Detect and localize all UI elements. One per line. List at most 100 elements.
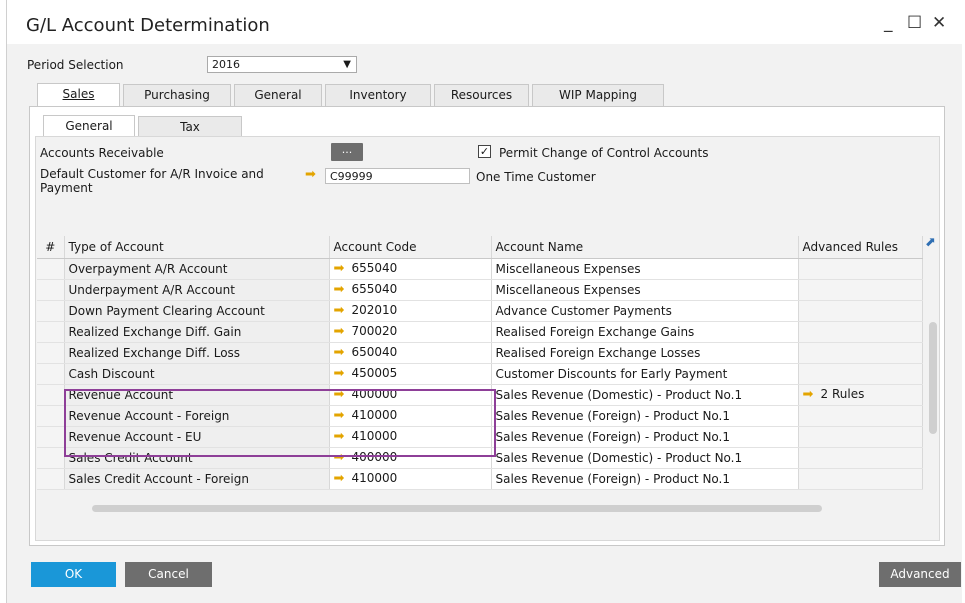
account-type-cell: Realized Exchange Diff. Loss	[64, 342, 330, 364]
tab-sales[interactable]: Sales	[37, 83, 120, 107]
column-header-name[interactable]: Account Name	[491, 236, 799, 259]
account-code-cell[interactable]: ➡ 202010	[329, 300, 492, 322]
table-row[interactable]: Revenue Account - EU ➡ 410000 Sales Revenue…	[37, 426, 923, 448]
link-arrow-icon[interactable]: ➡	[334, 429, 352, 444]
column-header-number: #	[37, 236, 65, 259]
close-icon[interactable]: ✕	[932, 14, 946, 32]
link-arrow-icon[interactable]: ➡	[334, 282, 352, 297]
link-arrow-icon[interactable]: ➡	[334, 366, 352, 381]
link-arrow-icon[interactable]: ➡	[334, 345, 352, 360]
table-row[interactable]: Sales Credit Account - Foreign ➡ 410000 Sal…	[37, 468, 923, 490]
account-code-text[interactable]: 400000	[352, 387, 398, 401]
table-row[interactable]: Realized Exchange Diff. Loss ➡ 650040 Reali…	[37, 342, 923, 364]
account-name-cell: Realised Foreign Exchange Gains	[491, 321, 799, 343]
account-code-text[interactable]: 410000	[352, 471, 398, 485]
ok-button[interactable]: OK	[31, 562, 116, 587]
account-type-text: Revenue Account - EU	[68, 429, 202, 444]
link-arrow-icon[interactable]: ➡	[334, 387, 352, 402]
account-code-text[interactable]: 410000	[352, 408, 398, 422]
tab-wip-mapping[interactable]: WIP Mapping	[532, 84, 664, 106]
minimize-icon[interactable]: _	[884, 14, 893, 32]
window-title: G/L Account Determination	[26, 15, 270, 36]
row-number-cell	[37, 342, 65, 364]
row-number-cell	[37, 447, 65, 469]
maximize-icon[interactable]: ☐	[907, 14, 922, 32]
account-code-text[interactable]: 700020	[352, 324, 398, 338]
account-code-cell[interactable]: ➡ 700020	[329, 321, 492, 343]
account-name-text: Advance Customer Payments	[495, 303, 672, 318]
advanced-button[interactable]: Advanced	[879, 562, 961, 587]
link-arrow-icon[interactable]: ➡	[334, 471, 352, 486]
advanced-rules-cell[interactable]	[798, 426, 923, 448]
advanced-rules-cell[interactable]	[798, 279, 923, 301]
account-code-text[interactable]: 400000	[352, 450, 398, 464]
account-code-cell[interactable]: ➡ 650040	[329, 342, 492, 364]
account-code-cell[interactable]: ➡ 410000	[329, 405, 492, 427]
period-selection-dropdown[interactable]: 2016 ▼	[207, 56, 357, 73]
account-code-cell[interactable]: ➡ 450005	[329, 363, 492, 385]
account-code-cell[interactable]: ➡ 410000	[329, 426, 492, 448]
horizontal-scrollbar[interactable]	[92, 505, 822, 512]
default-customer-code-input[interactable]: C99999	[325, 168, 470, 184]
subtab-tax[interactable]: Tax	[138, 116, 242, 137]
table-row[interactable]: Underpayment A/R Account ➡ 655040 Miscellan…	[37, 279, 923, 301]
link-arrow-icon[interactable]: ➡	[334, 261, 352, 276]
table-row[interactable]: Revenue Account - Foreign ➡ 410000 Sales Re…	[37, 405, 923, 427]
link-arrow-icon[interactable]: ➡	[334, 450, 352, 465]
link-arrow-icon[interactable]: ➡	[803, 387, 821, 402]
link-arrow-icon[interactable]: ➡	[305, 167, 316, 182]
advanced-rules-cell[interactable]	[798, 258, 923, 280]
account-code-text[interactable]: 655040	[352, 261, 398, 275]
table-row[interactable]: Revenue Account ➡ 400000 Sales Revenue (Dom…	[37, 384, 923, 406]
account-code-cell[interactable]: ➡ 410000	[329, 468, 492, 490]
chevron-down-icon[interactable]: ▼	[343, 57, 351, 72]
accounts-receivable-choose-button[interactable]: ...	[331, 143, 363, 161]
account-name-text: Realised Foreign Exchange Losses	[495, 345, 701, 360]
advanced-rules-cell[interactable]	[798, 405, 923, 427]
link-arrow-icon[interactable]: ➡	[334, 408, 352, 423]
account-code-cell[interactable]: ➡ 655040	[329, 258, 492, 280]
account-name-text: Miscellaneous Expenses	[495, 261, 641, 276]
advanced-rules-cell[interactable]	[798, 468, 923, 490]
account-code-cell[interactable]: ➡ 655040	[329, 279, 492, 301]
gl-account-determination-window: G/L Account Determination _ ☐ ✕ Period S…	[6, 0, 962, 603]
account-code-text[interactable]: 655040	[352, 282, 398, 296]
advanced-rules-cell[interactable]	[798, 300, 923, 322]
tab-general[interactable]: General	[234, 84, 322, 106]
advanced-rules-cell[interactable]	[798, 363, 923, 385]
advanced-rules-cell[interactable]: ➡ 2 Rules	[798, 384, 923, 406]
tab-purchasing[interactable]: Purchasing	[123, 84, 231, 106]
link-arrow-icon[interactable]: ➡	[334, 303, 352, 318]
table-row[interactable]: Overpayment A/R Account ➡ 655040 Miscellane…	[37, 258, 923, 280]
expand-icon[interactable]: ⬈	[925, 236, 939, 250]
account-code-text[interactable]: 410000	[352, 429, 398, 443]
account-code-text[interactable]: 450005	[352, 366, 398, 380]
subtab-general[interactable]: General	[43, 115, 135, 137]
advanced-rules-cell[interactable]	[798, 447, 923, 469]
advanced-rules-cell[interactable]	[798, 342, 923, 364]
account-name-text: Realised Foreign Exchange Gains	[495, 324, 695, 339]
account-code-cell[interactable]: ➡ 400000	[329, 384, 492, 406]
account-type-cell: Down Payment Clearing Account	[64, 300, 330, 322]
account-type-text: Cash Discount	[68, 366, 155, 381]
table-row[interactable]: Realized Exchange Diff. Gain ➡ 700020 Reali…	[37, 321, 923, 343]
table-row[interactable]: Cash Discount ➡ 450005 Customer Discounts f…	[37, 363, 923, 385]
link-arrow-icon[interactable]: ➡	[334, 324, 352, 339]
vertical-scrollbar[interactable]	[929, 322, 937, 434]
advanced-rules-text[interactable]: 2 Rules	[821, 387, 865, 401]
account-code-text[interactable]: 650040	[352, 345, 398, 359]
account-code-cell[interactable]: ➡ 400000	[329, 447, 492, 469]
tab-inventory[interactable]: Inventory	[325, 84, 431, 106]
column-header-type[interactable]: Type of Account	[64, 236, 330, 259]
account-code-text[interactable]: 202010	[352, 303, 398, 317]
advanced-rules-cell[interactable]	[798, 321, 923, 343]
column-header-advanced-rules[interactable]: Advanced Rules	[798, 236, 923, 259]
account-type-text: Realized Exchange Diff. Gain	[68, 324, 242, 339]
cancel-button[interactable]: Cancel	[125, 562, 212, 587]
permit-change-checkbox[interactable]: ✓	[478, 145, 491, 158]
table-row[interactable]: Sales Credit Account ➡ 400000 Sales Revenue…	[37, 447, 923, 469]
column-header-code[interactable]: Account Code	[329, 236, 492, 259]
account-type-text: Underpayment A/R Account	[68, 282, 235, 297]
table-row[interactable]: Down Payment Clearing Account ➡ 202010 Adva…	[37, 300, 923, 322]
tab-resources[interactable]: Resources	[434, 84, 529, 106]
